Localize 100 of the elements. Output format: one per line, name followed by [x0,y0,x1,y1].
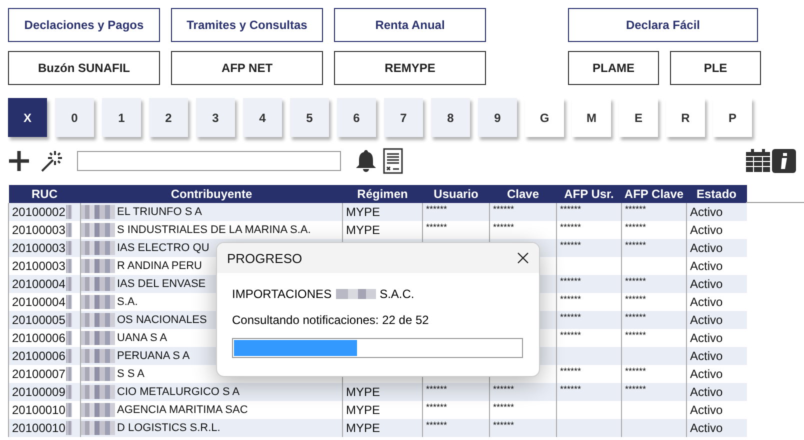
nav-button[interactable]: Tramites y Consultas [171,8,323,42]
table-cell: ****** [625,240,646,250]
dialog-title: PROGRESO [227,250,302,266]
table-cell-text: R ANDINA PERU [117,258,202,274]
nav-button[interactable]: REMYPE [334,51,486,85]
filter-key[interactable]: 8 [431,98,470,137]
table-cell-text: S S A [117,366,145,382]
form-icon[interactable] [383,148,403,174]
filter-key[interactable]: 3 [196,98,235,137]
ruc-text: 20100004 [12,294,66,310]
table-cell: Activo [690,402,723,416]
info-icon[interactable] [772,149,796,173]
nav-button[interactable]: PLAME [568,51,659,85]
redacted-text [336,289,376,299]
table-cell-text: S.A. [117,294,138,310]
redacted-text [66,205,72,219]
table-cell: ****** [625,222,646,232]
table-cell: MYPE [346,204,380,218]
ruc-text: 20100010 [12,402,66,418]
filter-key[interactable]: 4 [243,98,282,137]
table-cell-text: PERUANA S A [117,348,190,364]
table-cell: Activo [690,348,723,362]
nav-button[interactable]: Declaciones y Pagos [8,8,160,42]
column-header: AFP Clave [624,187,684,201]
ruc-text: 20100009 [12,384,66,400]
ruc-text: 20100006 [12,348,66,364]
table-cell: Activo [690,384,723,398]
filter-key[interactable]: R [666,98,705,137]
table-cell: ****** [625,276,646,286]
table-cell: ****** [625,384,646,394]
redacted-text [82,277,115,291]
redacted-text [66,295,72,309]
table-cell: Activo [690,420,723,434]
column-header: AFP Usr. [564,187,614,201]
redacted-text [82,259,115,273]
column-header: Contribuyente [170,187,252,201]
nav-button[interactable]: PLE [670,51,761,85]
filter-key[interactable]: 9 [478,98,517,137]
plus-icon[interactable] [8,150,30,172]
table-cell: Activo [690,330,723,344]
table-cell-text: S INDUSTRIALES DE LA MARINA S.A. [117,222,311,238]
table-cell: MYPE [346,222,380,236]
table-cell: ****** [560,204,582,214]
table-cell: ****** [493,204,514,214]
filter-key[interactable]: 7 [384,98,423,137]
redacted-text [66,331,72,345]
table-cell: ****** [625,294,646,304]
ruc-text: 20100003 [12,222,66,238]
nav-button[interactable]: AFP NET [171,51,323,85]
redacted-text [82,295,115,309]
table-cell: Activo [690,222,723,236]
table-cell: MYPE [346,384,380,398]
redacted-text [66,421,72,435]
table-cell-text: D LOGISTICS S.R.L. [117,420,220,436]
table-cell: ****** [426,402,448,412]
table-cell-text: CIO METALURGICO S A [117,384,240,400]
table-cell-text: OS NACIONALES [117,312,207,328]
table-cell: ****** [426,222,448,232]
filter-key[interactable]: M [572,98,611,137]
filter-key[interactable]: 5 [290,98,329,137]
filter-key[interactable]: 6 [337,98,376,137]
nav-button[interactable]: Declara Fácil [568,8,758,42]
table-cell: Activo [690,240,723,254]
redacted-text [82,367,115,381]
column-header: Usuario [434,187,478,201]
calendar-icon[interactable] [746,149,770,173]
table-cell-text: IAS ELECTRO QU [117,240,210,256]
nav-button[interactable]: Renta Anual [334,8,486,42]
table-cell: ****** [560,330,582,340]
redacted-text [66,313,72,327]
search-field[interactable] [77,151,341,171]
bell-icon[interactable] [355,149,377,173]
redacted-text [82,313,115,327]
table-cell-text: EL TRIUNFO S A [117,204,202,220]
ruc-text: 20100003 [12,258,66,274]
ruc-text: 20100005 [12,312,66,328]
filter-key[interactable]: E [619,98,658,137]
ruc-text: 20100004 [12,276,66,292]
table-cell: ****** [493,222,514,232]
filter-key[interactable]: 0 [55,98,94,137]
filter-key[interactable]: G [525,98,564,137]
redacted-text [82,421,115,435]
column-header: Estado [696,187,736,201]
table-cell: ****** [560,276,582,286]
filter-key[interactable]: X [8,98,47,137]
close-icon[interactable] [517,252,529,264]
table-cell: ****** [625,312,646,322]
ruc-text: 20100002 [12,204,66,220]
redacted-text [66,241,72,255]
filter-key[interactable]: 2 [149,98,188,137]
magic-wand-icon[interactable] [40,149,64,173]
table-cell: Activo [690,204,723,218]
table-cell: Activo [690,312,723,326]
filter-key[interactable]: P [713,98,752,137]
filter-key[interactable]: 1 [102,98,141,137]
redacted-text [82,349,115,363]
redacted-text [66,349,72,363]
nav-button[interactable]: Buzón SUNAFIL [8,51,160,85]
redacted-text [82,403,115,417]
table-cell: MYPE [346,420,380,434]
